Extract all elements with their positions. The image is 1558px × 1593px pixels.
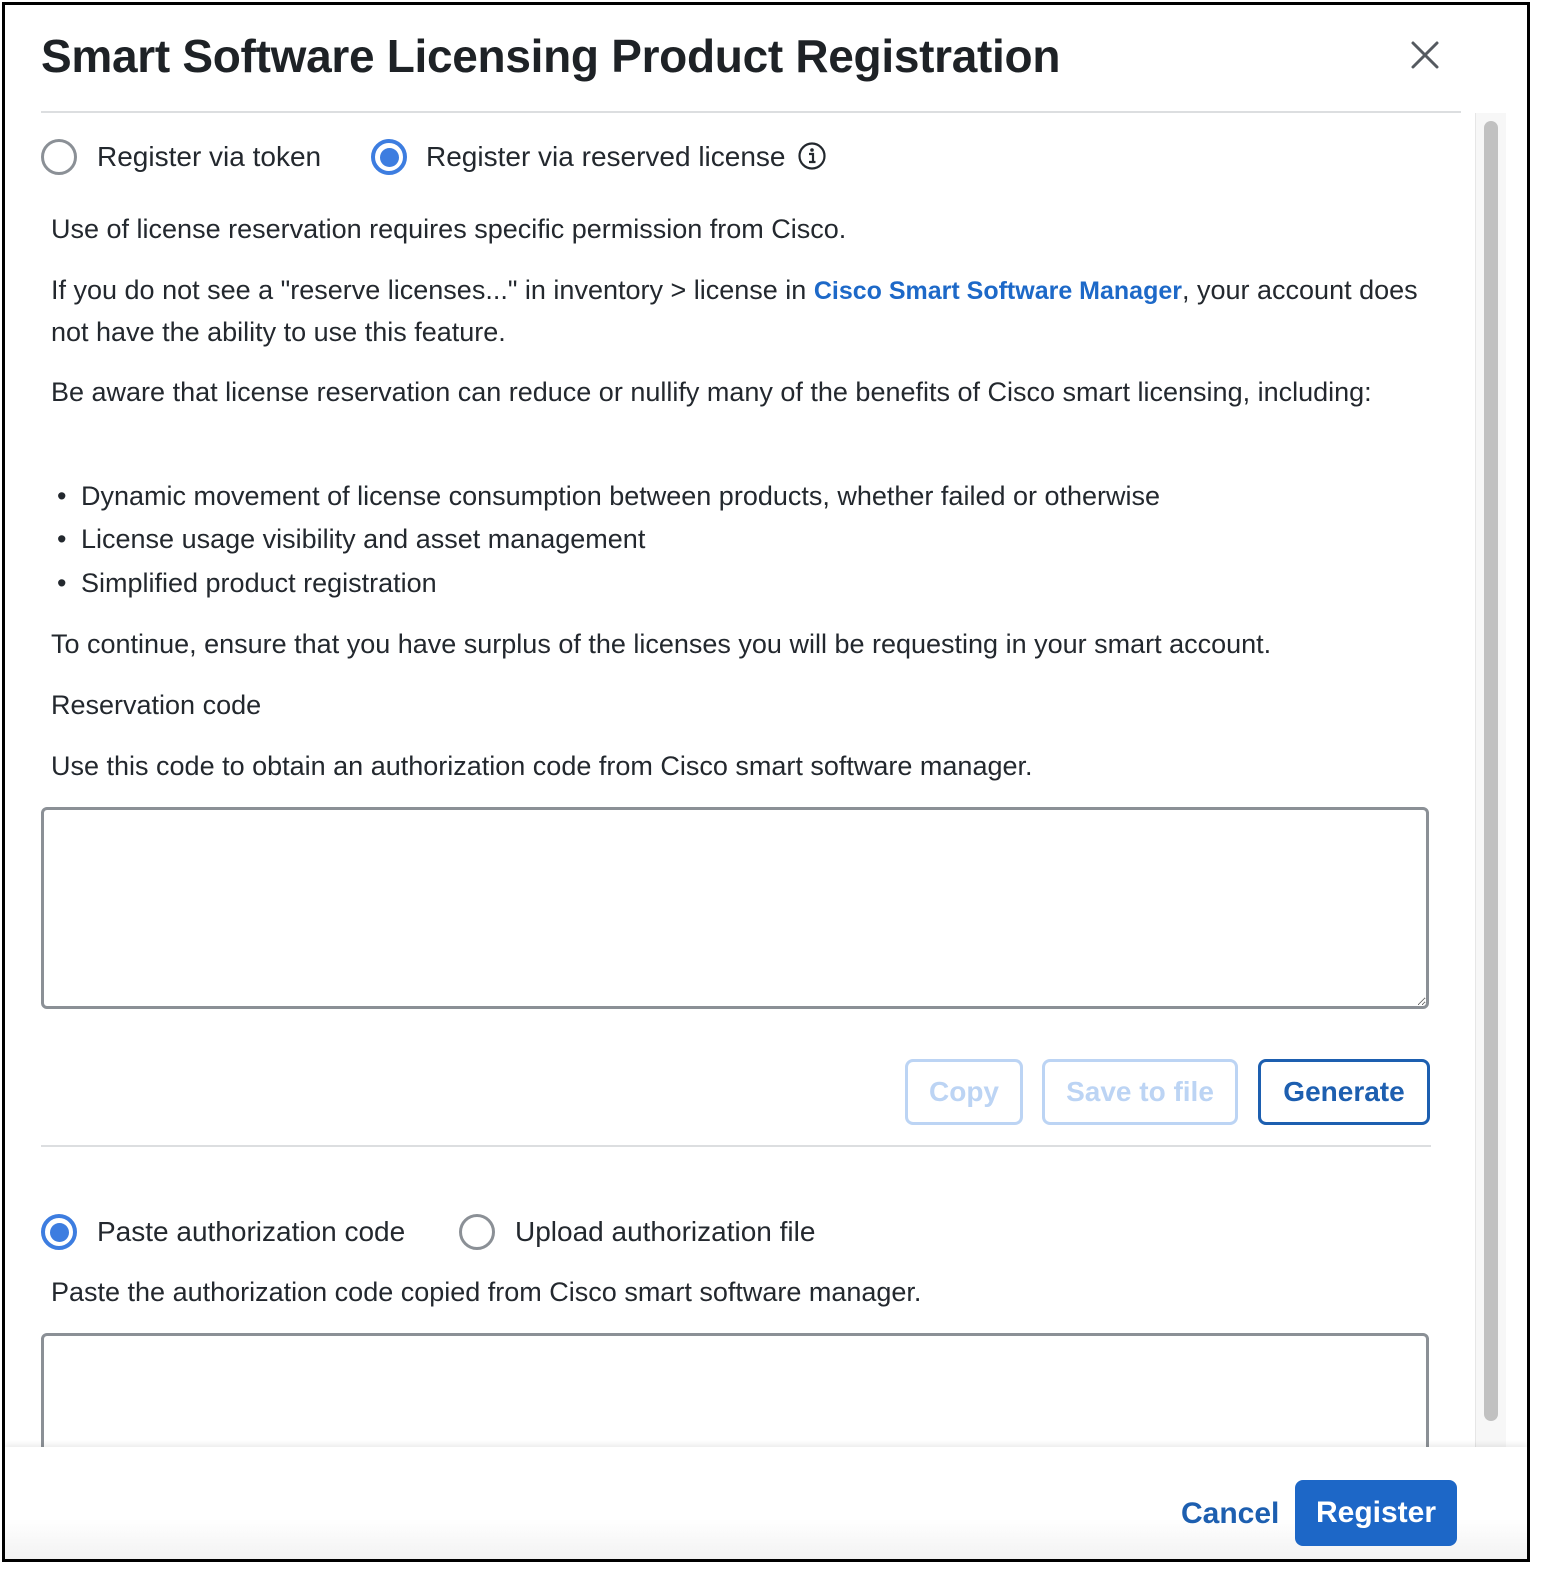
list-item: Simplified product registration	[57, 568, 437, 599]
save-to-file-button[interactable]: Save to file	[1042, 1059, 1238, 1125]
radio-label-token[interactable]: Register via token	[97, 141, 321, 173]
generate-button[interactable]: Generate	[1258, 1059, 1430, 1125]
radio-register-via-token[interactable]	[41, 139, 77, 175]
info-circle-icon[interactable]	[797, 141, 827, 171]
radio-paste-authorization-code[interactable]	[41, 1214, 77, 1250]
radio-label-paste[interactable]: Paste authorization code	[97, 1216, 405, 1248]
list-item-text: Dynamic movement of license consumption …	[81, 481, 1161, 511]
close-icon[interactable]	[1405, 35, 1445, 75]
section-divider	[41, 1145, 1431, 1147]
surplus-note: To continue, ensure that you have surplu…	[51, 629, 1272, 659]
register-button[interactable]: Register	[1295, 1480, 1457, 1546]
radio-upload-authorization-file[interactable]	[459, 1214, 495, 1250]
registration-dialog: Smart Software Licensing Product Registr…	[2, 2, 1530, 1562]
radio-label-reserved[interactable]: Register via reserved license	[426, 141, 786, 173]
dialog-title: Smart Software Licensing Product Registr…	[41, 30, 1061, 82]
list-item: Dynamic movement of license consumption …	[57, 481, 1160, 512]
scrollbar[interactable]	[1475, 113, 1506, 1453]
awareness-note: Be aware that license reservation can re…	[51, 377, 1372, 407]
reservation-code-textarea[interactable]	[41, 807, 1429, 1009]
cancel-button[interactable]: Cancel	[1181, 1497, 1279, 1531]
reservation-code-help: Use this code to obtain an authorization…	[51, 751, 1033, 781]
scrollbar-thumb[interactable]	[1484, 121, 1498, 1421]
cisco-ssm-link[interactable]: Cisco Smart Software Manager	[814, 277, 1182, 305]
copy-button[interactable]: Copy	[905, 1059, 1023, 1125]
header-divider	[41, 111, 1461, 113]
authorization-code-help: Paste the authorization code copied from…	[51, 1277, 922, 1307]
reservation-code-label: Reservation code	[51, 690, 262, 720]
permission-note: Use of license reservation requires spec…	[51, 214, 847, 244]
list-item-text: Simplified product registration	[81, 568, 437, 598]
radio-register-via-reserved-license[interactable]	[371, 139, 407, 175]
list-item-text: License usage visibility and asset manag…	[81, 524, 646, 554]
ssm-note-text: If you do not see a "reserve licenses...…	[51, 275, 814, 305]
ssm-note: If you do not see a "reserve licenses...…	[51, 270, 1431, 353]
list-item: License usage visibility and asset manag…	[57, 524, 645, 555]
radio-label-upload[interactable]: Upload authorization file	[515, 1216, 815, 1248]
